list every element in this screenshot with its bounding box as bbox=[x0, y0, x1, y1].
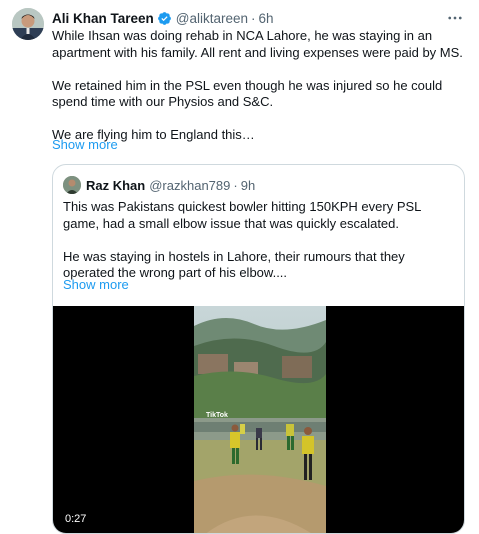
video-player[interactable]: TikTok 0:27 bbox=[53, 306, 464, 533]
author-avatar-image bbox=[12, 8, 44, 40]
video-duration: 0:27 bbox=[61, 512, 91, 526]
tweet-header: Ali Khan Tareen @aliktareen · 6h bbox=[52, 8, 274, 28]
quote-time: 9h bbox=[240, 177, 256, 193]
quote-show-more-link[interactable]: Show more bbox=[63, 277, 129, 292]
show-more-link[interactable]: Show more bbox=[52, 137, 118, 152]
author-name[interactable]: Ali Khan Tareen bbox=[52, 11, 154, 26]
tweet-text: While Ihsan was doing rehab in NCA Lahor… bbox=[52, 28, 467, 144]
more-options-button[interactable] bbox=[445, 8, 465, 28]
video-thumbnail: TikTok bbox=[194, 306, 326, 533]
tweet-paragraph: While Ihsan was doing rehab in NCA Lahor… bbox=[52, 28, 463, 60]
author-handle[interactable]: @aliktareen bbox=[176, 11, 248, 26]
quote-author-avatar bbox=[63, 176, 81, 194]
separator-dot: · bbox=[233, 177, 238, 193]
quote-paragraph: This was Pakistans quickest bowler hitti… bbox=[63, 199, 421, 231]
quote-header: Raz Khan @razkhan789 · 9h bbox=[63, 176, 255, 194]
separator-dot: · bbox=[251, 10, 256, 26]
tiktok-watermark: TikTok bbox=[206, 412, 228, 419]
verified-badge-icon[interactable] bbox=[157, 11, 172, 26]
more-horizontal-icon bbox=[448, 16, 462, 20]
author-avatar[interactable] bbox=[12, 8, 44, 40]
tweet-time[interactable]: 6h bbox=[259, 11, 274, 26]
quoted-tweet[interactable]: Raz Khan @razkhan789 · 9h This was Pakis… bbox=[52, 164, 465, 534]
tweet: Ali Khan Tareen @aliktareen · 6h While I… bbox=[0, 0, 479, 534]
quote-author-name: Raz Khan bbox=[86, 177, 146, 193]
quote-text: This was Pakistans quickest bowler hitti… bbox=[63, 199, 458, 282]
tweet-paragraph: We retained him in the PSL even though h… bbox=[52, 77, 443, 110]
quote-author-handle: @razkhan789 bbox=[149, 177, 231, 193]
